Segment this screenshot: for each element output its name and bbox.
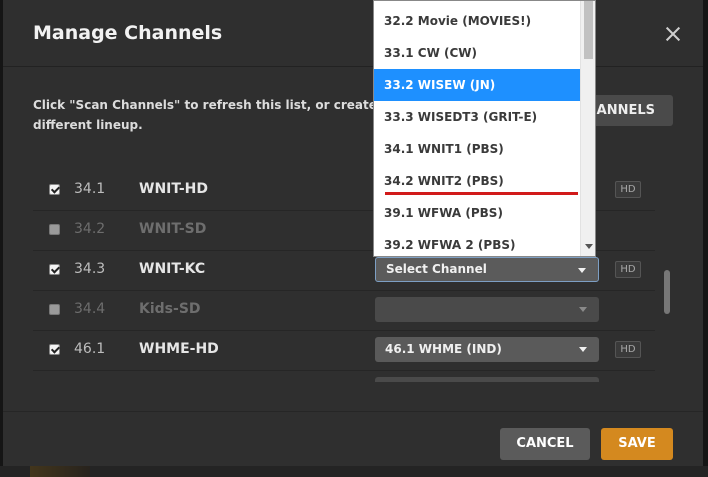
channel-row: 34.4 Kids-SD	[33, 290, 655, 331]
dropdown-scrollbar[interactable]	[580, 1, 595, 256]
dropdown-option-selected[interactable]: 33.2 WISEW (JN)	[374, 69, 580, 101]
background-page-strip	[0, 466, 708, 477]
channel-select-value: 46.1 WHME (IND)	[385, 342, 502, 356]
channel-name: Kids-SD	[139, 301, 201, 317]
annotation-underline	[385, 192, 578, 195]
dropdown-option[interactable]: 33.1 CW (CW)	[374, 37, 580, 69]
dropdown-option[interactable]: 39.2 WFWA 2 (PBS)	[374, 229, 580, 256]
close-icon[interactable]	[661, 22, 685, 46]
dialog-footer: CANCEL SAVE	[3, 411, 703, 466]
list-scrollbar-thumb[interactable]	[664, 270, 670, 314]
hd-badge: HD	[615, 341, 641, 358]
channel-number: 34.2	[74, 221, 106, 237]
dropdown-scrollbar-thumb[interactable]	[584, 1, 593, 59]
scroll-down-arrow-icon[interactable]	[585, 244, 593, 249]
channel-select[interactable]	[375, 377, 599, 382]
save-button[interactable]: SAVE	[601, 428, 673, 460]
channel-select-value: Select Channel	[386, 262, 487, 276]
dropdown-option[interactable]: 33.3 WISEDT3 (GRIT-E)	[374, 101, 580, 133]
chevron-down-icon	[579, 307, 587, 312]
channel-select[interactable]: 46.1 WHME (IND)	[375, 337, 599, 362]
channel-name: WNIT-HD	[139, 181, 209, 197]
channel-row: 46.1 WHME-HD 46.1 WHME (IND) HD	[33, 330, 655, 371]
channel-dropdown-list[interactable]: 32.2 Movie (MOVIES!) 33.1 CW (CW) 33.2 W…	[373, 0, 596, 257]
channel-name: WNIT-SD	[139, 221, 207, 237]
channel-row-partial	[33, 370, 655, 382]
dialog-title: Manage Channels	[33, 22, 223, 44]
cancel-button[interactable]: CANCEL	[500, 428, 590, 460]
description-line-2: different lineup.	[33, 118, 143, 132]
chevron-down-icon	[578, 268, 586, 273]
background-ghost-element	[30, 466, 90, 477]
channel-checkbox[interactable]	[49, 264, 60, 275]
channel-select[interactable]: Select Channel	[375, 257, 599, 282]
channel-number: 34.3	[74, 261, 106, 277]
chevron-down-icon	[579, 347, 587, 352]
channel-number: 46.1	[74, 341, 106, 357]
channel-checkbox[interactable]	[49, 344, 60, 355]
channel-name: WHME-HD	[139, 341, 219, 357]
channel-name: WNIT-KC	[139, 261, 206, 277]
channel-select[interactable]	[375, 297, 599, 322]
dropdown-option[interactable]: 39.1 WFWA (PBS)	[374, 197, 580, 229]
channel-checkbox[interactable]	[49, 184, 60, 195]
hd-badge: HD	[615, 181, 641, 198]
channel-number: 34.4	[74, 301, 106, 317]
dialog-header: Manage Channels	[3, 0, 703, 67]
channel-checkbox[interactable]	[49, 304, 60, 315]
hd-badge: HD	[615, 261, 641, 278]
channel-number: 34.1	[74, 181, 106, 197]
channel-checkbox[interactable]	[49, 224, 60, 235]
manage-channels-dialog: Manage Channels Click "Scan Channels" to…	[3, 0, 703, 466]
dropdown-option[interactable]: 34.1 WNIT1 (PBS)	[374, 133, 580, 165]
dropdown-option[interactable]: 32.2 Movie (MOVIES!)	[374, 5, 580, 37]
